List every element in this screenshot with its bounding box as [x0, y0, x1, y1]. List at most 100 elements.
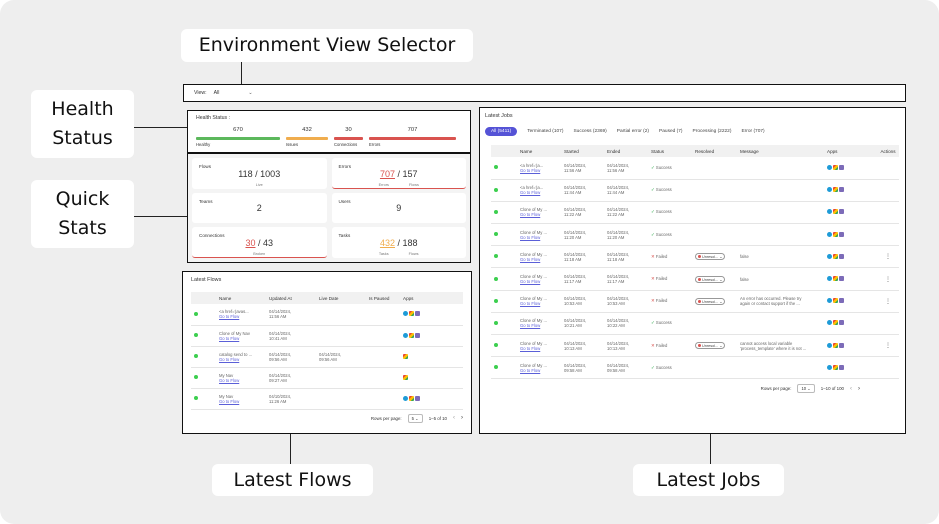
table-row[interactable]: Clone of My Nav Go to Flow 04/14/2024, 10:4…	[191, 325, 463, 347]
view-selector-dropdown[interactable]: All	[214, 90, 220, 96]
go-to-flow-link[interactable]: Go to Flow	[520, 168, 561, 173]
table-row[interactable]: catalog send to ... Go to Flow 04/14/2024,…	[191, 346, 463, 368]
status-cell	[491, 245, 517, 269]
tab-2[interactable]: Success (2369)	[573, 129, 606, 134]
next-page-icon[interactable]: ›	[858, 386, 860, 392]
error-dot-icon	[698, 255, 701, 259]
message-cell	[737, 179, 824, 202]
prev-page-icon[interactable]: ‹	[453, 415, 455, 421]
go-to-flow-link[interactable]: Go to Flow	[520, 257, 561, 262]
go-to-flow-link[interactable]: Go to Flow	[520, 279, 561, 284]
table-row[interactable]: Clone of My ... Go to Flow 04/14/2024, 11:2…	[491, 201, 899, 225]
apps-cell	[400, 346, 463, 368]
jobs-tabs: All (5411) Terminated (107) Success (2369)…	[485, 127, 900, 136]
stat-card-connections[interactable]: Connections 30 / 43 Broken	[192, 227, 327, 258]
job-status-cell: ✓ Success	[648, 179, 692, 202]
stat-card-users[interactable]: Users 9	[331, 193, 466, 223]
status-cell	[191, 304, 216, 326]
tab-0[interactable]: All (5411)	[485, 127, 518, 136]
table-row[interactable]: <a href='javas... Go to Flow 04/14/2024, 11…	[191, 304, 463, 326]
prev-page-icon[interactable]: ‹	[850, 386, 852, 392]
latest-flows-connector	[290, 434, 292, 464]
resolved-dropdown[interactable]: Unresol... ⌄	[695, 275, 726, 283]
stat-value: 707 / 157	[379, 169, 418, 179]
rows-per-page-select[interactable]: 10 ⌄	[797, 384, 815, 394]
table-row[interactable]: Clone of My ... Go to Flow 04/14/2024, 09:5…	[491, 356, 899, 380]
name-cell: Clone of My ... Go to Flow	[517, 334, 561, 358]
sheets-app-icon	[833, 298, 838, 304]
column-header[interactable]: Ended	[604, 145, 648, 157]
stat-sub: Live	[255, 183, 263, 187]
tab-6[interactable]: Error (707)	[741, 129, 764, 134]
db-app-icon	[839, 364, 844, 370]
stat-card-tasks[interactable]: Tasks 432 / 188 Tasks Flows	[331, 227, 466, 258]
latest-jobs-panel: Latest Jobs All (5411) Terminated (107) Su…	[479, 107, 906, 434]
column-header[interactable]: Resolved	[692, 145, 737, 157]
table-row[interactable]: Clone of My ... Go to Flow 04/14/2024, 11:2…	[491, 223, 899, 247]
go-to-flow-link[interactable]: Go to Flow	[520, 368, 561, 373]
more-actions-icon[interactable]: ⋮	[885, 299, 891, 305]
table-row[interactable]: Clone of My ... Go to Flow 04/14/2024, 11:1…	[491, 267, 899, 291]
column-header[interactable]: Is Paused	[366, 292, 400, 304]
status-dot-icon	[494, 187, 498, 192]
go-to-flow-link[interactable]: Go to Flow	[520, 301, 561, 306]
go-to-flow-link[interactable]: Go to Flow	[219, 399, 266, 404]
chevron-down-icon[interactable]: ⌄	[248, 90, 252, 96]
more-actions-icon[interactable]: ⋮	[885, 343, 891, 349]
column-header[interactable]: Name	[216, 292, 266, 304]
tab-1[interactable]: Terminated (107)	[527, 129, 563, 134]
job-status-cell: ✓ Success	[648, 356, 692, 380]
more-actions-icon[interactable]: ⋮	[885, 254, 891, 260]
stat-card-flows[interactable]: Flows 118 / 1003 Live	[192, 158, 327, 189]
go-to-flow-link[interactable]: Go to Flow	[520, 235, 561, 240]
rows-per-page-select[interactable]: 5 ⌄	[407, 413, 423, 423]
table-row[interactable]: <a href='ja... Go to Flow 04/14/2024, 11:44…	[491, 179, 899, 202]
table-row[interactable]: My Nav Go to Flow 04/14/2024, 09:27 AM	[191, 367, 463, 389]
updated-cell: 04/14/2024, 11:56 AM	[266, 304, 316, 326]
stat-card-errors[interactable]: Errors 707 / 157 Errors Flows	[331, 158, 466, 189]
ended-cell: 04/14/2024, 10:22 AM	[604, 312, 648, 336]
ended-cell: 04/14/2024, 11:56 AM	[604, 157, 648, 180]
sheets-app-icon	[403, 353, 408, 359]
jobs-table: Name Started Ended Status Resolved Messa…	[491, 145, 899, 380]
column-header[interactable]: Live Date	[316, 292, 366, 304]
table-row[interactable]: Clone of My ... Go to Flow 04/14/2024, 11:1…	[491, 245, 899, 269]
resolved-dropdown[interactable]: Unresol... ⌄	[695, 253, 726, 261]
table-row[interactable]: <a href='ja... Go to Flow 04/14/2024, 11:56…	[491, 157, 899, 180]
table-row[interactable]: Clone of My ... Go to Flow 04/14/2024, 10:2…	[491, 312, 899, 336]
sheets-app-icon	[833, 253, 838, 259]
tab-3[interactable]: Partial error (2)	[617, 129, 649, 134]
ended-cell: 04/14/2024, 09:58 AM	[604, 356, 648, 380]
go-to-flow-link[interactable]: Go to Flow	[520, 323, 561, 328]
column-header[interactable]: Name	[517, 145, 561, 157]
name-cell: Clone of My ... Go to Flow	[517, 312, 561, 336]
go-to-flow-link[interactable]: Go to Flow	[520, 190, 561, 195]
go-to-flow-link[interactable]: Go to Flow	[520, 212, 561, 217]
db-app-icon	[415, 395, 420, 401]
go-to-flow-link[interactable]: Go to Flow	[219, 314, 266, 319]
quick-stats-connector	[134, 216, 187, 218]
tab-5[interactable]: Processing (2222)	[693, 129, 732, 134]
name-cell: <a href='ja... Go to Flow	[517, 157, 561, 180]
job-status-cell: ✕ Failed	[648, 267, 692, 291]
go-to-flow-link[interactable]: Go to Flow	[219, 378, 266, 383]
resolved-dropdown[interactable]: Unresol... ⌄	[695, 297, 726, 305]
go-to-flow-link[interactable]: Go to Flow	[520, 346, 561, 351]
go-to-flow-link[interactable]: Go to Flow	[219, 336, 266, 341]
tab-4[interactable]: Paused (7)	[659, 129, 682, 134]
job-status-cell: ✓ Success	[648, 312, 692, 336]
column-header[interactable]: Status	[648, 145, 692, 157]
table-row[interactable]: My Nav Go to Flow 04/10/2024, 11:26 AM	[191, 388, 463, 410]
health-status-bars: 670 Healthy 432 Issues 30 Connections 70…	[196, 127, 462, 147]
stat-card-teams[interactable]: Teams 2	[192, 193, 327, 223]
next-page-icon[interactable]: ›	[461, 415, 463, 421]
more-actions-icon[interactable]: ⋮	[885, 277, 891, 283]
column-header[interactable]: Started	[561, 145, 604, 157]
actions-cell: ⋮	[874, 334, 899, 358]
table-row[interactable]: Clone of My ... Go to Flow 04/14/2024, 10:5…	[491, 290, 899, 313]
table-row[interactable]: Clone of My ... Go to Flow 04/14/2024, 10:1…	[491, 334, 899, 358]
go-to-flow-link[interactable]: Go to Flow	[219, 357, 266, 362]
column-header[interactable]: Updated At	[266, 292, 316, 304]
message-cell: false	[737, 267, 824, 291]
resolved-dropdown[interactable]: Unresol... ⌄	[695, 342, 726, 350]
